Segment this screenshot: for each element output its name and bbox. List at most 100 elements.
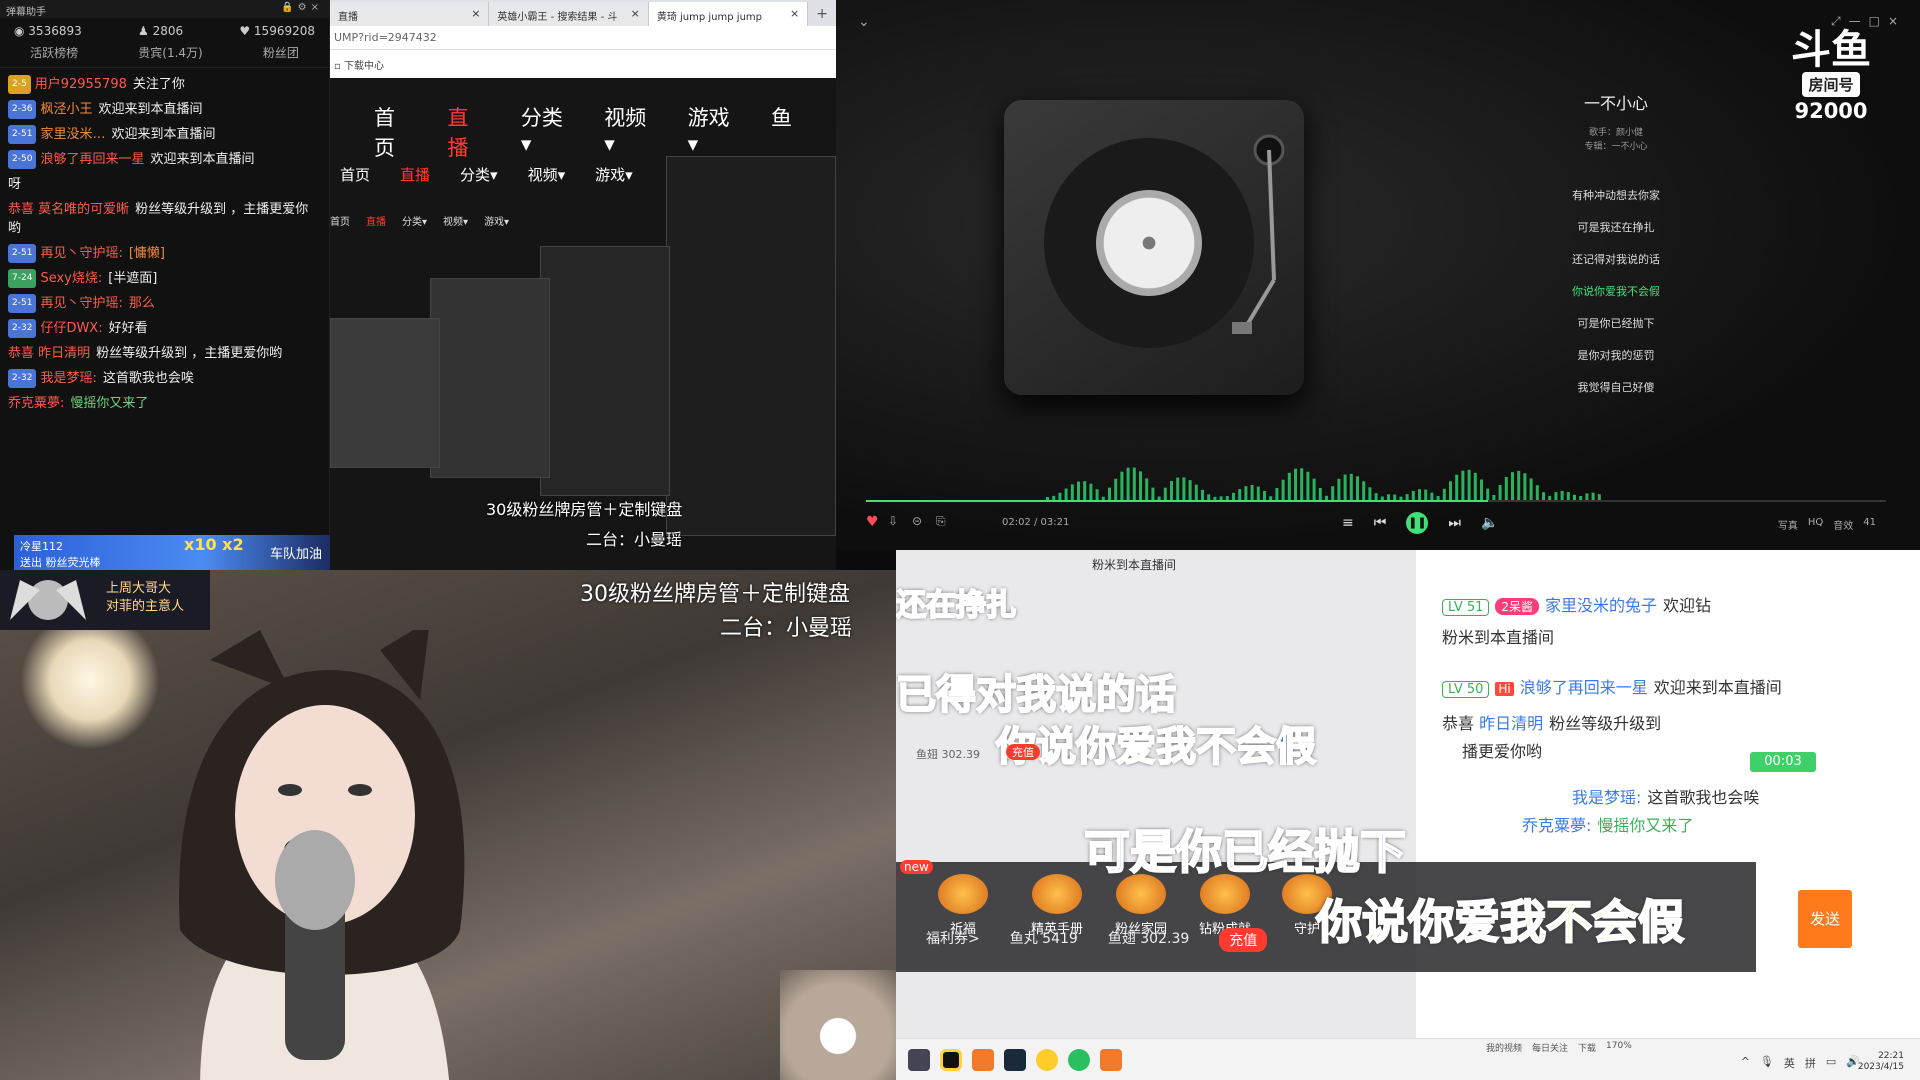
user-name[interactable]: 我是梦瑶: xyxy=(1572,788,1641,807)
user-name[interactable]: 家里没米的兔子 xyxy=(1545,596,1657,615)
congrats-prefix: 恭喜 xyxy=(1442,714,1475,733)
user-name[interactable]: 恭喜 昨日清明 xyxy=(8,346,90,361)
mic-icon[interactable]: 🎙 xyxy=(1760,1055,1774,1071)
user-name[interactable]: 恭喜 莫名唯的可爱晰 xyxy=(8,202,129,217)
tab-label: 直播 xyxy=(338,12,358,23)
daily-follow-link[interactable]: 每日关注 xyxy=(1532,1041,1568,1054)
room-label: 房间号 xyxy=(1802,72,1860,97)
wave-bar xyxy=(1089,483,1093,500)
nav-category[interactable]: 分类▾ xyxy=(521,102,570,162)
photo-toggle[interactable]: 写真 xyxy=(1778,517,1798,532)
wave-bar xyxy=(1424,489,1428,500)
level-badge: 2-51 xyxy=(8,125,37,144)
close-icon[interactable]: × xyxy=(790,7,799,20)
recharge-button[interactable]: 充值 xyxy=(1219,928,1268,952)
user-name[interactable]: 浪够了再回来一星 xyxy=(1520,678,1648,697)
tab-fans[interactable]: 粉丝团 xyxy=(263,44,299,61)
download-icon[interactable]: ⇩ xyxy=(888,514,898,528)
my-video-link[interactable]: 我的视频 xyxy=(1486,1041,1522,1054)
wave-bar xyxy=(1554,492,1558,500)
ime-lang[interactable]: 英 xyxy=(1784,1055,1795,1071)
nav-home[interactable]: 首页 xyxy=(374,102,413,162)
nav-fish[interactable]: 鱼 xyxy=(771,102,792,162)
player-right-controls: 写真 HQ 音效 41 xyxy=(1778,517,1876,532)
small-recharge-button[interactable]: 充值 xyxy=(1006,744,1040,760)
danmu-message-list: 2-5 用户92955798 关注了你 2-36 枫泾小王 欢迎来到本直播间 2-51 家… xyxy=(0,68,329,423)
tab-vip[interactable]: 贵宾(1.4万) xyxy=(138,44,202,61)
douyu-icon[interactable] xyxy=(972,1049,994,1071)
pause-button[interactable]: ❚❚ xyxy=(1406,512,1429,534)
playlist-icon[interactable]: ≡ xyxy=(1342,515,1354,531)
ime-mode[interactable]: 拼 xyxy=(1805,1055,1816,1071)
clock[interactable]: 22:21 2023/4/15 xyxy=(1858,1051,1904,1073)
level-badge: 2-51 xyxy=(8,294,37,313)
next-icon[interactable]: ⏭ xyxy=(1448,515,1461,531)
chrome-icon[interactable] xyxy=(1036,1049,1058,1071)
new-tab-button[interactable]: + xyxy=(808,2,836,26)
douyu-app-icon[interactable] xyxy=(1100,1049,1122,1071)
obs-icon[interactable] xyxy=(940,1049,962,1071)
quality-button[interactable]: HQ xyxy=(1808,517,1823,532)
user-name[interactable]: 再见丶守护瑶: xyxy=(40,296,122,311)
chevron-down-icon[interactable]: ⌄ xyxy=(858,14,870,30)
wave-bar xyxy=(1498,485,1502,500)
fuli-link[interactable]: 福利券> xyxy=(926,928,980,952)
download-link[interactable]: 下载 xyxy=(1578,1041,1596,1054)
danmu-window-controls[interactable]: 🔒⚙× xyxy=(281,2,323,13)
wave-bar xyxy=(1064,488,1068,500)
tonearm-icon xyxy=(1232,134,1285,334)
effect-button[interactable]: 音效 xyxy=(1833,517,1853,532)
message-text: 欢迎来到本直播间 xyxy=(111,127,216,142)
browser-tab-2[interactable]: 英雄小霸王 - 搜索结果 - 斗 × xyxy=(489,2,649,26)
wave-bar xyxy=(1095,489,1099,500)
lyric-line: 我觉得自己好傻 xyxy=(1577,381,1655,394)
user-name[interactable]: 仔仔DWX: xyxy=(40,321,102,336)
user-name[interactable]: 乔克粟夢: xyxy=(1522,816,1591,835)
volume-icon[interactable]: 🔈 xyxy=(1481,515,1498,531)
comment-icon[interactable]: ⊝ xyxy=(912,514,922,528)
user-name[interactable]: 家里没米… xyxy=(40,127,105,142)
wechat-icon[interactable] xyxy=(1068,1049,1090,1071)
user-name[interactable]: 乔克粟夢: xyxy=(8,396,64,411)
nav-video[interactable]: 视频▾ xyxy=(604,102,653,162)
zoom-level[interactable]: 170% xyxy=(1606,1041,1632,1054)
user-name[interactable]: 用户92955798 xyxy=(35,77,127,92)
lyric-line: 你说你爱我不会假 xyxy=(1572,285,1660,298)
wave-bar xyxy=(1306,471,1310,500)
pray-icon xyxy=(938,874,988,914)
playlist-count[interactable]: 41 xyxy=(1863,517,1876,532)
progress-bar[interactable] xyxy=(866,500,1886,502)
address-bar[interactable]: UMP?rid=2947432 xyxy=(330,26,836,50)
recursive-player-frame xyxy=(666,156,836,536)
nav-home-3: 首页 xyxy=(330,217,350,228)
wave-bar xyxy=(1430,492,1434,500)
network-icon[interactable]: ▭ xyxy=(1826,1055,1836,1071)
send-button[interactable]: 发送 xyxy=(1798,890,1852,948)
browser-tab-3[interactable]: 黄琦 jump jump jump × xyxy=(648,2,809,26)
user-name[interactable]: 我是梦瑶: xyxy=(40,371,96,386)
share-icon[interactable]: ⎘ xyxy=(936,514,946,529)
site-nav-recursive-small: 首页 直播 分类▾ 视频▾ 游戏▾ xyxy=(330,213,509,228)
song-title: 一不小心 xyxy=(1583,94,1648,113)
user-name[interactable]: 枫泾小王 xyxy=(40,102,92,117)
chevron-up-icon[interactable]: ^ xyxy=(1741,1055,1750,1071)
terminal-icon[interactable] xyxy=(1004,1049,1026,1071)
heart-icon[interactable]: ♥ xyxy=(866,514,879,530)
tab-active[interactable]: 活跃榜榜 xyxy=(30,44,78,61)
level-badge: 7-24 xyxy=(8,269,37,288)
user-name[interactable]: 昨日清明 xyxy=(1479,714,1543,733)
user-name[interactable]: Sexy烧烧: xyxy=(40,271,102,286)
nav-live[interactable]: 直播 xyxy=(447,102,486,162)
message-text: 这首歌我也会唉 xyxy=(102,371,194,386)
user-name[interactable]: 再见丶守护瑶: xyxy=(40,246,122,261)
bookmark-download-center[interactable]: ▫ 下载中心 xyxy=(330,52,836,76)
app-icon[interactable] xyxy=(908,1049,930,1071)
prev-icon[interactable]: ⏮ xyxy=(1374,515,1387,531)
list-item: 2-5 用户92955798 关注了你 xyxy=(8,75,321,94)
browser-tab-1[interactable]: 直播 × xyxy=(330,2,490,26)
user-name[interactable]: 浪够了再回来一星 xyxy=(40,152,144,167)
nav-game[interactable]: 游戏▾ xyxy=(688,102,737,162)
wave-bar xyxy=(1343,474,1347,500)
close-icon[interactable]: × xyxy=(471,7,480,20)
close-icon[interactable]: × xyxy=(631,7,640,20)
